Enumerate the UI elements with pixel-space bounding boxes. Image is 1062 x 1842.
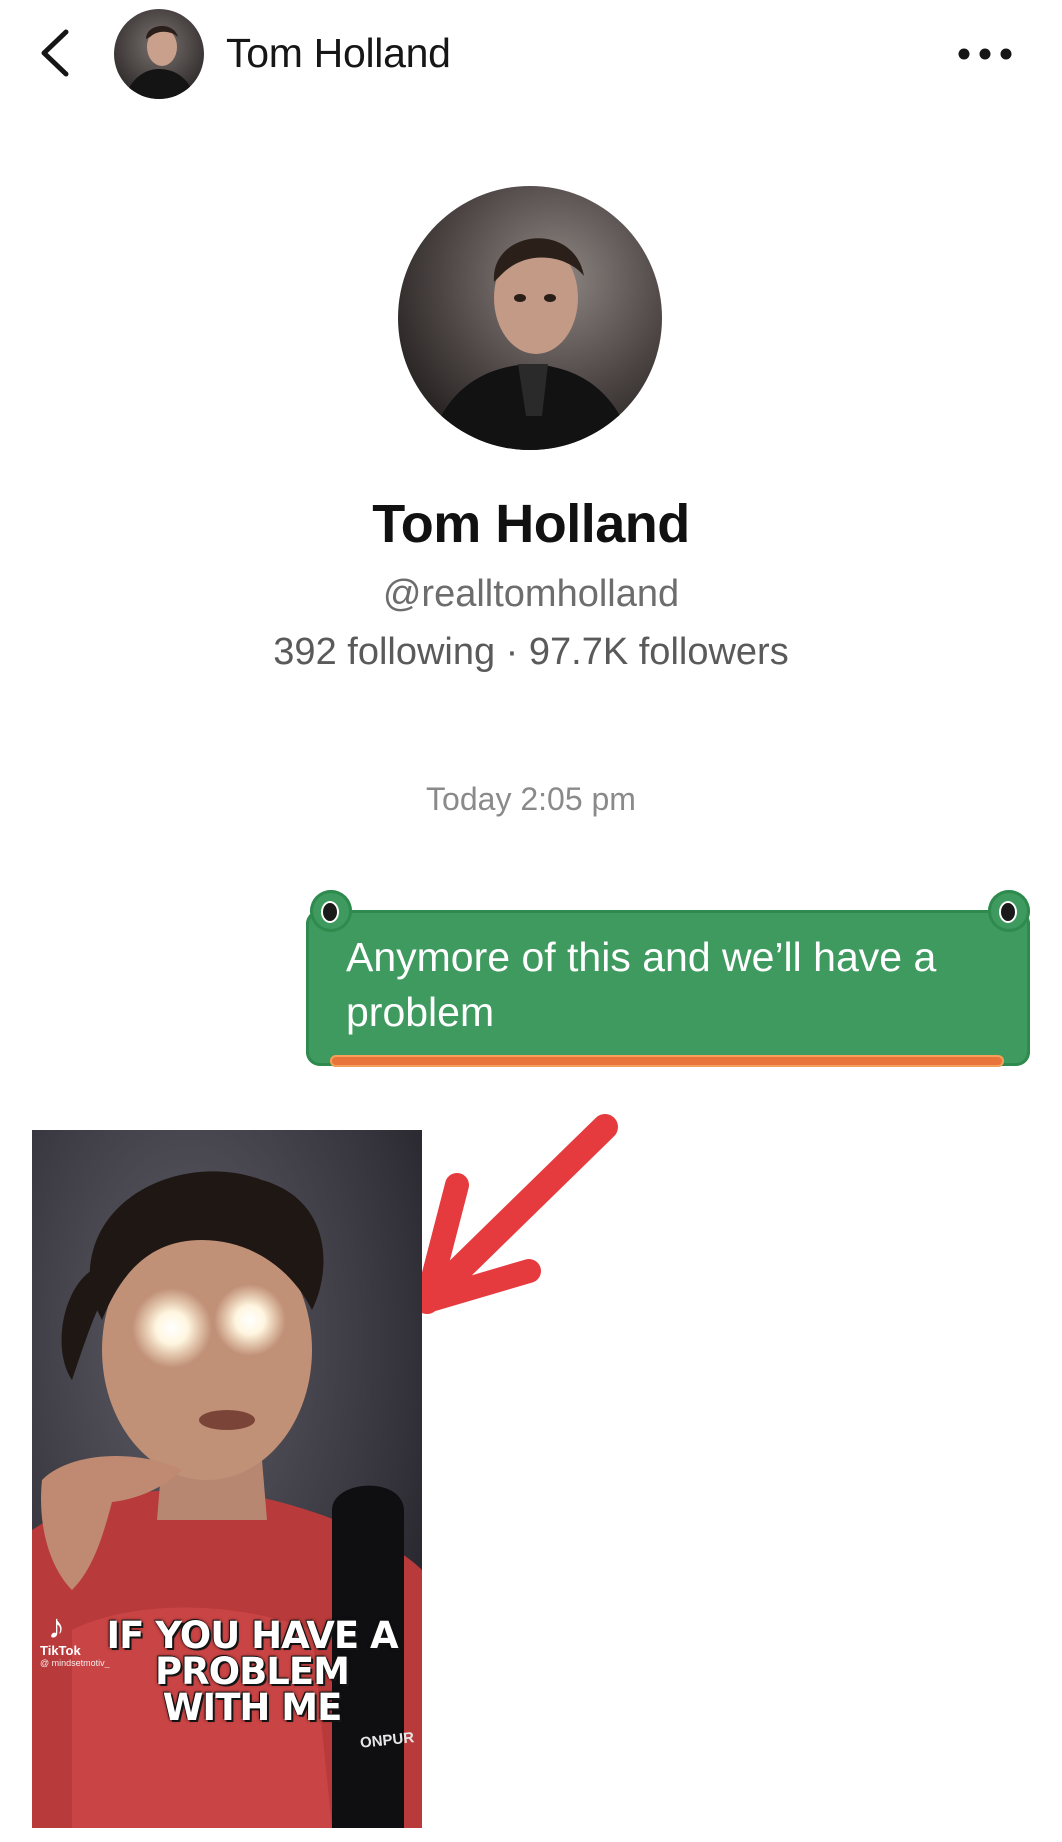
more-options-button[interactable]: [950, 36, 1020, 72]
header-avatar[interactable]: [114, 9, 204, 99]
tiktok-username: @ mindsetmotiv_: [40, 1658, 110, 1668]
profile-avatar[interactable]: [398, 186, 662, 450]
message-timestamp: Today 2:05 pm: [426, 781, 636, 817]
video-caption: IF YOU HAVE A PROBLEM WITH ME: [106, 1614, 398, 1729]
message-bubble: Anymore of this and we’ll have a problem: [306, 910, 1030, 1066]
bubble-underline: [330, 1055, 1004, 1067]
red-arrow-annotation: [414, 1114, 618, 1314]
message-text: Anymore of this and we’ll have a problem: [346, 934, 937, 1035]
header-contact-name[interactable]: Tom Holland: [226, 30, 451, 77]
tiktok-logo-icon: ♪: [48, 1608, 65, 1646]
tiktok-watermark: ♪ TikTok @ mindsetmotiv_: [40, 1610, 110, 1668]
shared-video-card[interactable]: ♪ TikTok @ mindsetmotiv_ IF YOU HAVE A P…: [32, 1130, 422, 1828]
bubble-curl-left: [310, 890, 352, 932]
back-button[interactable]: [32, 22, 82, 84]
chat-header: Tom Holland: [0, 0, 1062, 110]
profile-name: Tom Holland: [372, 494, 690, 554]
profile-stats: 392 following · 97.7K followers: [273, 631, 789, 673]
avatar-photo: [114, 9, 204, 99]
bubble-curl-right: [988, 890, 1030, 932]
more-dots-icon: [958, 48, 1012, 60]
sent-message[interactable]: Anymore of this and we’ll have a problem: [300, 880, 1040, 1100]
chevron-left-icon: [41, 29, 69, 77]
tiktok-label: TikTok: [40, 1643, 81, 1658]
profile-handle: @realltomholland: [382, 573, 680, 615]
profile-photo: [398, 186, 662, 450]
